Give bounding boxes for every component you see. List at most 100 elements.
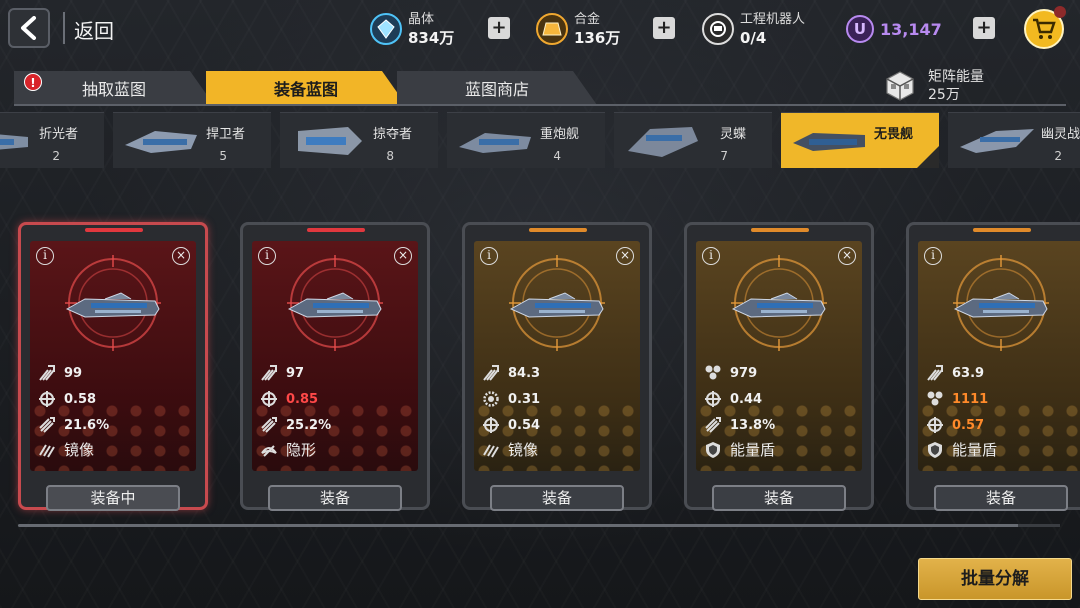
- hex-pattern: [918, 401, 1080, 471]
- blueprint-card[interactable]: i 63.9 1111 0.57 能量盾 装备: [906, 222, 1080, 511]
- card-panel: i × 84.3 0.31 0.54 镜像: [474, 241, 640, 471]
- shop-cart-icon: [1033, 18, 1056, 39]
- close-icon[interactable]: ×: [172, 247, 190, 265]
- tab-draw-blueprint[interactable]: 抽取蓝图: [14, 71, 214, 105]
- batch-decompose-button[interactable]: 批量分解: [918, 558, 1072, 600]
- tab-equip-blueprint[interactable]: 装备蓝图: [206, 71, 406, 105]
- stat-value: 63.9: [952, 365, 985, 381]
- stat-row: 0.44: [704, 389, 762, 409]
- equip-button[interactable]: 装备: [490, 485, 624, 511]
- hex-pattern: [696, 401, 862, 471]
- close-icon[interactable]: ×: [838, 247, 856, 265]
- ship-image: [509, 292, 604, 318]
- shield-icon: [704, 441, 722, 459]
- crystal-name: 晶体: [408, 12, 435, 27]
- ship-thumbnail: [628, 127, 698, 157]
- hex-pattern: [30, 401, 196, 471]
- info-icon[interactable]: i: [702, 247, 720, 265]
- mirror-icon: [482, 441, 500, 459]
- ship-type-item[interactable]: 幽灵战 2: [948, 112, 1080, 168]
- add-crystal-button[interactable]: +: [488, 17, 510, 39]
- rarity-glow: [307, 228, 365, 232]
- ship-type-item-selected[interactable]: 无畏舰: [781, 112, 939, 168]
- card-panel: i × 97 0.85 25.2% 隐形: [252, 241, 418, 471]
- stat-value: 1111: [952, 391, 989, 407]
- blueprint-card[interactable]: i × 97 0.85 25.2% 隐形 装备: [240, 222, 430, 511]
- equip-button[interactable]: 装备: [934, 485, 1068, 511]
- stat-value: 25.2%: [286, 417, 332, 433]
- ship-image: [287, 292, 382, 318]
- damage-icon: [482, 364, 500, 382]
- equip-button[interactable]: 装备: [268, 485, 402, 511]
- blueprint-card[interactable]: i × 99 0.58 21.6% 镜像 装备中: [18, 222, 208, 511]
- back-button[interactable]: [8, 8, 50, 48]
- crosshair-icon: [38, 390, 56, 408]
- mirror-icon: [38, 441, 56, 459]
- stat-value: 84.3: [508, 365, 541, 381]
- stat-value: 97: [286, 365, 305, 381]
- card-panel: i 63.9 1111 0.57 能量盾: [918, 241, 1080, 471]
- ship-type-item[interactable]: 掠夺者 8: [280, 112, 438, 168]
- info-icon[interactable]: i: [258, 247, 276, 265]
- matrix-energy-name: 矩阵能量: [928, 69, 984, 85]
- info-icon[interactable]: i: [36, 247, 54, 265]
- ship-thumbnail: [125, 131, 197, 153]
- top-bar: 返回 晶体 834万 + 合金 136万 + 工程机器人 0/4 U 13,14…: [0, 0, 1080, 58]
- add-alloy-button[interactable]: +: [653, 17, 675, 39]
- equipped-button[interactable]: 装备中: [46, 485, 180, 511]
- close-icon[interactable]: ×: [616, 247, 634, 265]
- robot-icon: [702, 13, 734, 45]
- equip-button[interactable]: 装备: [712, 485, 846, 511]
- ship-type-item[interactable]: 捍卫者 5: [113, 112, 271, 168]
- tab-label: 抽取蓝图: [81, 80, 146, 99]
- tab-blueprint-shop[interactable]: 蓝图商店: [397, 71, 597, 105]
- rarity-glow: [973, 228, 1031, 232]
- scroll-track[interactable]: [18, 524, 1060, 527]
- stat-value: 99: [64, 365, 83, 381]
- crosshair-icon: [926, 416, 944, 434]
- ship-type-count: 8: [386, 149, 394, 163]
- ship-thumbnail: [459, 133, 531, 153]
- chevron-left-icon: [21, 16, 36, 40]
- alert-icon: !: [24, 73, 42, 91]
- blueprint-card[interactable]: i × 979 0.44 13.8% 能量盾 装备: [684, 222, 874, 511]
- ability-row: 能量盾: [704, 439, 775, 460]
- card-panel: i × 99 0.58 21.6% 镜像: [30, 241, 196, 471]
- rarity-glow: [751, 228, 809, 232]
- hex-pattern: [252, 401, 418, 471]
- stat-row: 13.8%: [704, 415, 775, 435]
- matrix-energy-value: 25万: [928, 87, 960, 103]
- stat-value: 13.8%: [730, 417, 776, 433]
- scroll-track-end: [1018, 524, 1060, 527]
- stat-row: 21.6%: [38, 415, 109, 435]
- stat-value: 0.57: [952, 417, 985, 433]
- ship-type-item[interactable]: 重炮舰 4: [447, 112, 605, 168]
- back-label[interactable]: 返回: [74, 15, 114, 44]
- stat-row: 97: [260, 363, 304, 383]
- selected-corner: [917, 146, 939, 168]
- add-u-currency-button[interactable]: +: [973, 17, 995, 39]
- info-icon[interactable]: i: [480, 247, 498, 265]
- close-icon[interactable]: ×: [394, 247, 412, 265]
- ship-type-item[interactable]: 折光者 2: [0, 112, 104, 168]
- ability-row: 能量盾: [926, 439, 997, 460]
- ability-name: 隐形: [286, 441, 317, 459]
- stat-row: 84.3: [482, 363, 540, 383]
- tab-underline: [14, 104, 1066, 106]
- stat-row: 99: [38, 363, 82, 383]
- stat-value: 0.44: [730, 391, 763, 407]
- stat-row: 979: [704, 363, 757, 383]
- info-icon[interactable]: i: [924, 247, 942, 265]
- ability-name: 镜像: [64, 441, 95, 459]
- robot-value: 0/4: [740, 29, 767, 47]
- stat-row: 0.54: [482, 415, 540, 435]
- ship-type-item[interactable]: 灵蝶 7: [614, 112, 772, 168]
- tab-label: 装备蓝图: [273, 80, 338, 99]
- stat-row: 25.2%: [260, 415, 331, 435]
- shield-icon: [926, 441, 944, 459]
- blueprint-card[interactable]: i × 84.3 0.31 0.54 镜像 装备: [462, 222, 652, 511]
- ship-type-name: 幽灵战: [1040, 127, 1080, 142]
- ability-row: 镜像: [482, 439, 538, 460]
- ship-type-name: 重炮舰: [539, 127, 579, 142]
- ship-thumbnail: [960, 129, 1034, 153]
